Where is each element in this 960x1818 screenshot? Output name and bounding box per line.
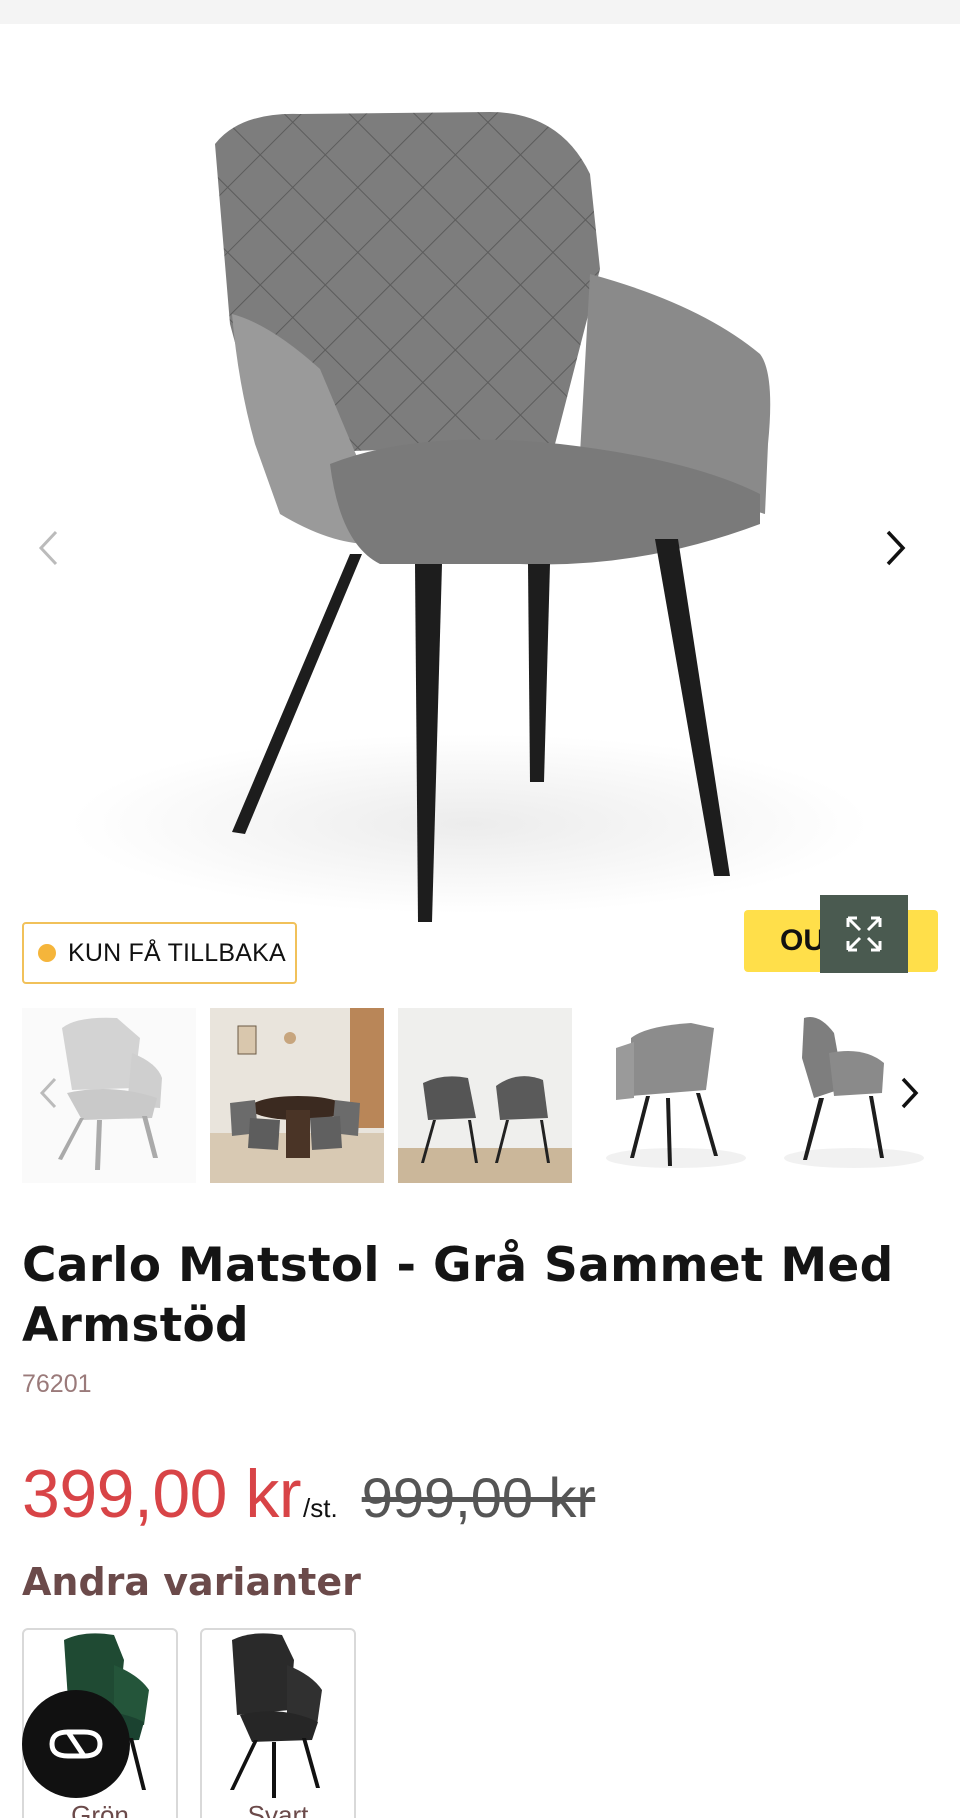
hero-prev-button[interactable] bbox=[36, 529, 76, 579]
thumbnail-3[interactable] bbox=[398, 1008, 572, 1183]
product-sku: 76201 bbox=[22, 1370, 92, 1398]
thumbnail-chair-back-image bbox=[586, 1008, 760, 1183]
product-title: Carlo Matstol - Grå Sammet Med Armstöd bbox=[22, 1238, 894, 1353]
price-unit: /st. bbox=[303, 1493, 338, 1523]
thumbnails-next-button[interactable] bbox=[892, 1068, 928, 1118]
variants-heading: Andra varianter bbox=[22, 1560, 361, 1604]
stock-status-badge: KUN FÅ TILLBAKA bbox=[22, 922, 297, 984]
zoom-image-button[interactable] bbox=[820, 895, 908, 973]
thumbnail-4[interactable] bbox=[586, 1008, 760, 1183]
stock-status-text: KUN FÅ TILLBAKA bbox=[68, 938, 286, 967]
thumbnails-prev-button[interactable] bbox=[30, 1068, 66, 1118]
hero-next-button[interactable] bbox=[884, 529, 924, 579]
chat-button[interactable] bbox=[22, 1690, 130, 1798]
chevron-right-icon bbox=[901, 1077, 919, 1109]
thumbnail-dining-room-image bbox=[210, 1008, 384, 1183]
current-price: 399,00 kr bbox=[22, 1456, 302, 1532]
thumbnail-two-chairs-image bbox=[398, 1008, 572, 1183]
thumbnail-strip bbox=[22, 1008, 938, 1183]
variant-black-chair-image bbox=[230, 1633, 322, 1798]
expand-icon bbox=[846, 916, 882, 952]
variant-label-green: Grön bbox=[71, 1800, 129, 1818]
chat-bubble-icon bbox=[49, 1729, 103, 1759]
variant-card-black[interactable]: Svart bbox=[200, 1628, 356, 1818]
status-dot-icon bbox=[38, 944, 56, 962]
chevron-left-icon bbox=[39, 1077, 57, 1109]
chevron-left-icon bbox=[38, 530, 58, 566]
price-row: 399,00 kr /st. 999,00 kr bbox=[22, 1455, 595, 1535]
chair-illustration bbox=[70, 112, 870, 922]
chevron-right-icon bbox=[886, 530, 906, 566]
top-bar bbox=[0, 0, 960, 24]
thumbnail-2[interactable] bbox=[210, 1008, 384, 1183]
original-price: 999,00 kr bbox=[361, 1466, 596, 1529]
variant-label-black: Svart bbox=[247, 1800, 309, 1818]
product-main-image[interactable] bbox=[0, 24, 960, 984]
